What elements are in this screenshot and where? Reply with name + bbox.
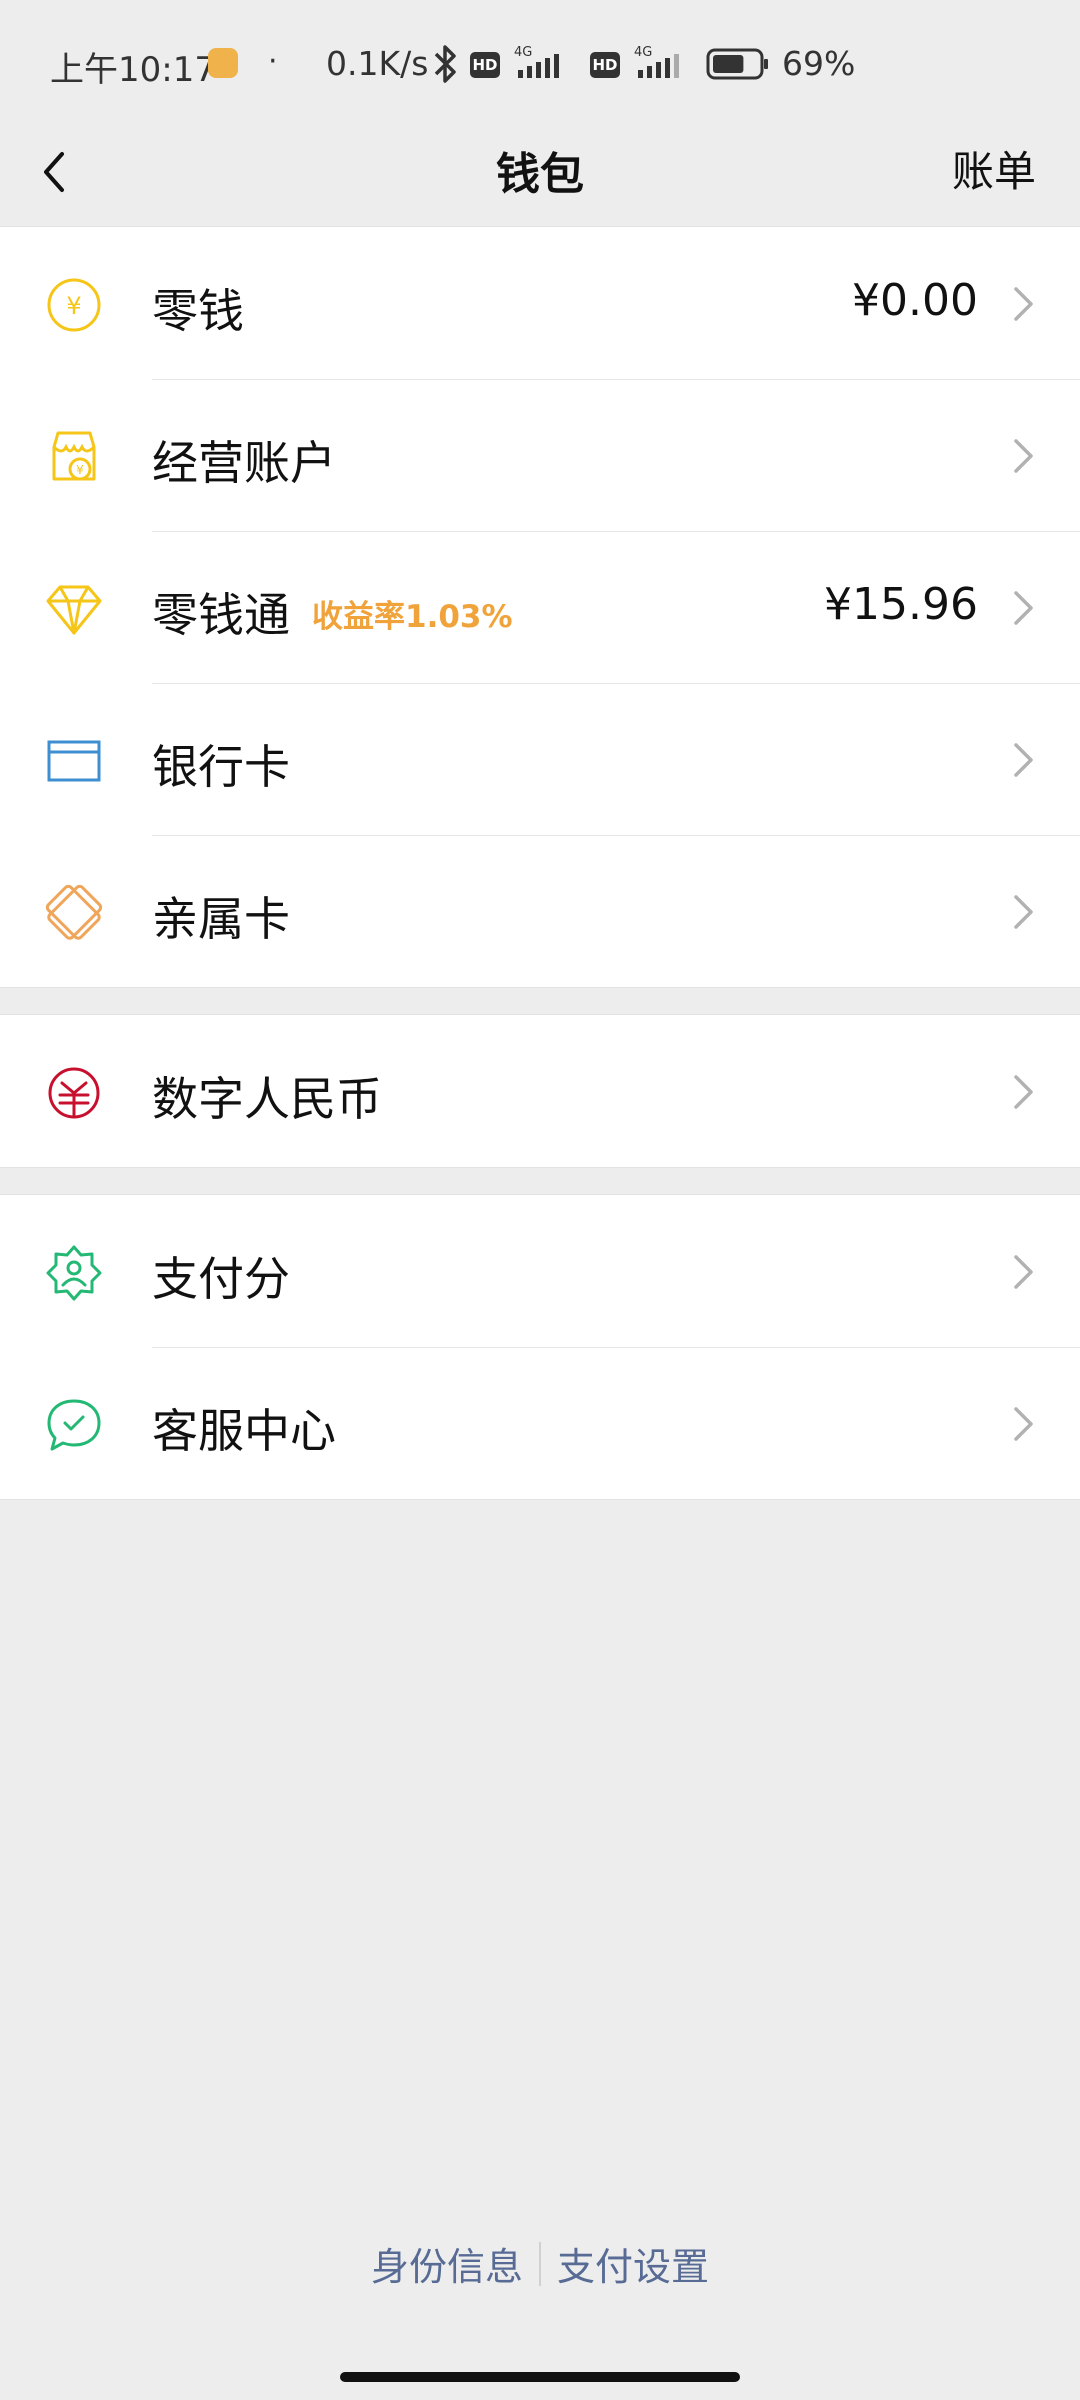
pay-settings-link[interactable]: 支付设置 bbox=[541, 2236, 725, 2291]
chevron-right-icon bbox=[1014, 439, 1033, 473]
row-label: 零钱 bbox=[152, 284, 244, 338]
bank-card-icon bbox=[47, 740, 101, 782]
row-label: 银行卡 bbox=[152, 740, 290, 794]
list-item-lingqiantong[interactable]: 零钱通 收益率1.03% ¥15.96 bbox=[0, 531, 1080, 683]
list-item-bank-card[interactable]: 银行卡 bbox=[0, 683, 1080, 835]
shop-icon: ¥ bbox=[52, 431, 96, 481]
signal-icon-1: 4G bbox=[514, 45, 559, 78]
signal-icon-2: 4G bbox=[634, 45, 679, 78]
pay-score-icon bbox=[46, 1245, 102, 1301]
customer-service-icon bbox=[47, 1399, 101, 1451]
row-label: 经营账户 bbox=[152, 436, 336, 490]
network-type-1: 4G bbox=[514, 45, 532, 60]
row-label: 零钱通 bbox=[152, 588, 290, 642]
wallet-group-digital-rmb: 数字人民币 bbox=[0, 1014, 1080, 1168]
page-title: 钱包 bbox=[496, 149, 584, 200]
status-time: 上午10:17 bbox=[50, 50, 216, 90]
network-speed: 0.1K/s bbox=[326, 44, 429, 83]
list-item-pay-score[interactable]: 支付分 bbox=[0, 1195, 1080, 1347]
nav-bar: 钱包 账单 bbox=[0, 118, 1080, 227]
list-item-business-account[interactable]: ¥ 经营账户 bbox=[0, 379, 1080, 531]
identity-info-link[interactable]: 身份信息 bbox=[355, 2236, 539, 2291]
network-type-2: 4G bbox=[634, 45, 652, 60]
chevron-right-icon bbox=[1014, 743, 1033, 777]
row-label: 数字人民币 bbox=[152, 1072, 382, 1126]
hd-badge-2: HD bbox=[590, 52, 620, 78]
list-item-digital-rmb[interactable]: 数字人民币 bbox=[0, 1015, 1080, 1167]
notification-app-icon bbox=[208, 48, 238, 78]
bills-button[interactable]: 账单 bbox=[952, 138, 1036, 199]
row-label: 亲属卡 bbox=[152, 892, 290, 946]
footer-links: 身份信息 支付设置 bbox=[0, 2236, 1080, 2291]
list-item-family-card[interactable]: 亲属卡 bbox=[0, 835, 1080, 987]
status-dot: · bbox=[268, 44, 278, 79]
home-indicator[interactable] bbox=[340, 2372, 740, 2382]
chevron-right-icon bbox=[1014, 1075, 1033, 1109]
yuan-coin-icon: ¥ bbox=[47, 278, 101, 332]
hd-badge-1: HD bbox=[470, 52, 500, 78]
svg-text:¥: ¥ bbox=[76, 463, 84, 477]
row-label: 客服中心 bbox=[152, 1404, 336, 1458]
wallet-group-services: 支付分 客服中心 bbox=[0, 1194, 1080, 1500]
chevron-right-icon bbox=[1014, 895, 1033, 929]
chevron-right-icon bbox=[1014, 287, 1033, 321]
family-card-icon bbox=[45, 884, 103, 940]
row-label: 支付分 bbox=[152, 1252, 290, 1306]
list-item-customer-service[interactable]: 客服中心 bbox=[0, 1347, 1080, 1499]
battery-percent: 69% bbox=[782, 44, 856, 83]
lingqiantong-value: ¥15.96 bbox=[824, 579, 978, 630]
svg-text:¥: ¥ bbox=[66, 292, 81, 320]
battery-icon bbox=[706, 48, 768, 80]
yield-rate-tag: 收益率1.03% bbox=[312, 599, 513, 635]
list-item-change[interactable]: ¥ 零钱 ¥0.00 bbox=[0, 227, 1080, 379]
bluetooth-icon bbox=[434, 45, 456, 83]
diamond-icon bbox=[46, 585, 102, 635]
chevron-right-icon bbox=[1014, 1407, 1033, 1441]
status-bar: 上午10:17 · 0.1K/s HD 4G HD 4G 69% bbox=[0, 0, 1080, 118]
chevron-right-icon bbox=[1014, 1255, 1033, 1289]
digital-rmb-icon bbox=[48, 1067, 100, 1119]
balance-value: ¥0.00 bbox=[852, 275, 978, 326]
wallet-group-main: ¥ 零钱 ¥0.00 ¥ 经营账户 零钱通 收益率1.03% ¥15.96 银行… bbox=[0, 226, 1080, 988]
chevron-right-icon bbox=[1014, 591, 1033, 625]
